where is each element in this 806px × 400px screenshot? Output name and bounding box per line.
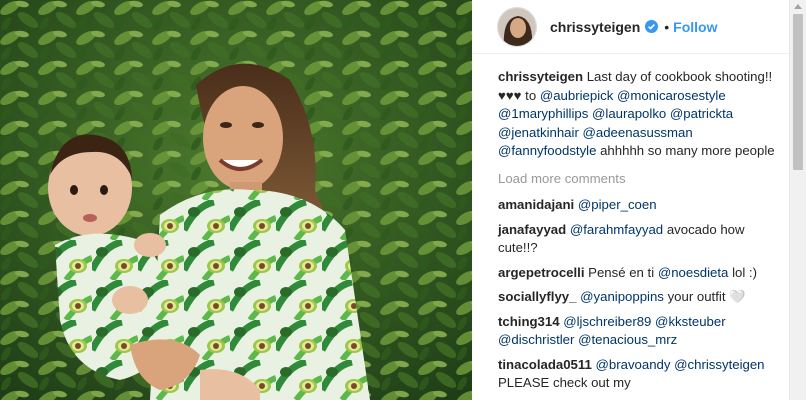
comment-mention[interactable]: @farahmfayyad: [570, 222, 663, 237]
comment-username[interactable]: argepetrocelli: [498, 265, 585, 280]
comment-text: PLEASE check out my: [498, 375, 631, 390]
load-more-comments-button[interactable]: Load more comments: [498, 170, 786, 189]
post-caption: chrissyteigen Last day of cookbook shoot…: [498, 68, 786, 161]
comment-mention[interactable]: @bravoandy @chrissyteigen: [596, 357, 765, 372]
comment-username[interactable]: janafayyad: [498, 222, 566, 237]
comment-item: sociallyflyy_ @yanipoppins your outfit 🤍: [498, 288, 786, 307]
comment-text: your outfit 🤍: [663, 289, 746, 304]
header-username[interactable]: chrissyteigen: [550, 19, 640, 35]
avatar-image: [498, 7, 536, 46]
comment-item: tching314 @ljschreiber89 @kksteuber @dis…: [498, 313, 786, 350]
follow-button[interactable]: Follow: [673, 19, 717, 35]
comment-text: Pensé en ti: [584, 264, 658, 280]
avatar[interactable]: [497, 6, 537, 47]
comment-item: amanidajani @piper_coen: [498, 196, 786, 215]
post-side-panel: chrissyteigen • Follow chrissyteigen Las…: [472, 0, 806, 400]
comment-username[interactable]: sociallyflyy_: [498, 289, 576, 304]
header-separator: •: [664, 18, 670, 35]
comment-username[interactable]: amanidajani: [498, 197, 574, 212]
comment-item: tinacolada0511 @bravoandy @chrissyteigen…: [498, 356, 786, 393]
post-header: chrissyteigen • Follow: [472, 0, 806, 54]
verified-badge-icon: [645, 20, 659, 33]
comment-item: argepetrocelli Pensé en ti @noesdieta lo…: [498, 264, 786, 283]
scroll-up-arrow-icon[interactable]: [794, 4, 802, 9]
comment-mention[interactable]: @piper_coen: [578, 197, 657, 212]
comment-username[interactable]: tching314: [498, 314, 560, 329]
post-photo[interactable]: [0, 0, 472, 400]
comments-scrollbar[interactable]: [789, 0, 806, 400]
comment-mention[interactable]: @noesdieta: [658, 265, 729, 280]
comment-username[interactable]: tinacolada0511: [498, 357, 592, 372]
post-image: [0, 0, 472, 400]
caption-text-end: ahhhhh so many more people: [596, 143, 775, 158]
comments-list: chrissyteigen Last day of cookbook shoot…: [472, 54, 806, 393]
comment-mention[interactable]: @yanipoppins: [580, 289, 664, 304]
comment-item: janafayyad @farahmfayyad avocado how cut…: [498, 221, 786, 258]
caption-username[interactable]: chrissyteigen: [498, 69, 583, 84]
scrollbar-thumb[interactable]: [793, 14, 803, 170]
comment-text: lol :): [728, 264, 757, 280]
